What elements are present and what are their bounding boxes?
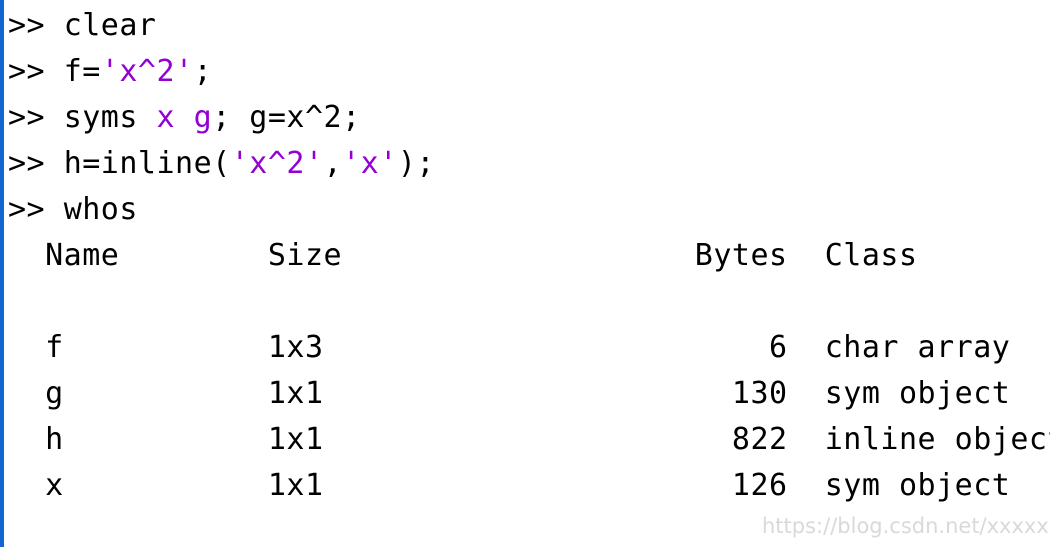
string-literal: 'x^2' xyxy=(100,54,194,89)
command-token: h=inline( xyxy=(63,146,231,181)
prompt-symbol: >> xyxy=(8,100,64,135)
command-line-inline-h: >> h=inline('x^2','x'); xyxy=(8,141,1050,187)
prompt-symbol: >> xyxy=(8,54,64,89)
command-token: f= xyxy=(63,54,101,89)
command-text-whos: whos xyxy=(63,192,138,227)
console-output-area[interactable]: >> clear >> f='x^2'; >> syms x g; g=x^2;… xyxy=(4,0,1050,547)
table-row: h 1x1 822 inline object xyxy=(8,422,1050,457)
table-row: x 1x1 126 sym object xyxy=(8,468,1011,503)
string-literal: 'x' xyxy=(342,146,398,181)
table-row: g 1x1 130 sym object xyxy=(8,376,1011,411)
command-token: ; g=x^2; xyxy=(212,100,361,135)
string-literal: 'x^2' xyxy=(230,146,324,181)
command-token: ; xyxy=(193,54,213,89)
command-token: , xyxy=(323,146,343,181)
command-line-assign-f: >> f='x^2'; xyxy=(8,49,1050,95)
table-row: f 1x3 6 char array xyxy=(8,330,1011,365)
command-token: syms xyxy=(63,100,157,135)
prompt-symbol: >> xyxy=(8,146,64,181)
prompt-symbol: >> xyxy=(8,192,64,227)
command-line-whos: >> whos xyxy=(8,187,1050,233)
command-token: ); xyxy=(397,146,435,181)
symbolic-variable-list: x g xyxy=(156,100,213,135)
whos-table-header: Name Size Bytes Class xyxy=(8,238,918,273)
whos-table-spacer xyxy=(8,279,1050,325)
command-text-clear: clear xyxy=(63,8,157,43)
command-line-clear: >> clear xyxy=(8,3,1050,49)
command-line-syms: >> syms x g; g=x^2; xyxy=(8,95,1050,141)
prompt-symbol: >> xyxy=(8,8,64,43)
matlab-command-window[interactable]: >> clear >> f='x^2'; >> syms x g; g=x^2;… xyxy=(0,0,1050,547)
